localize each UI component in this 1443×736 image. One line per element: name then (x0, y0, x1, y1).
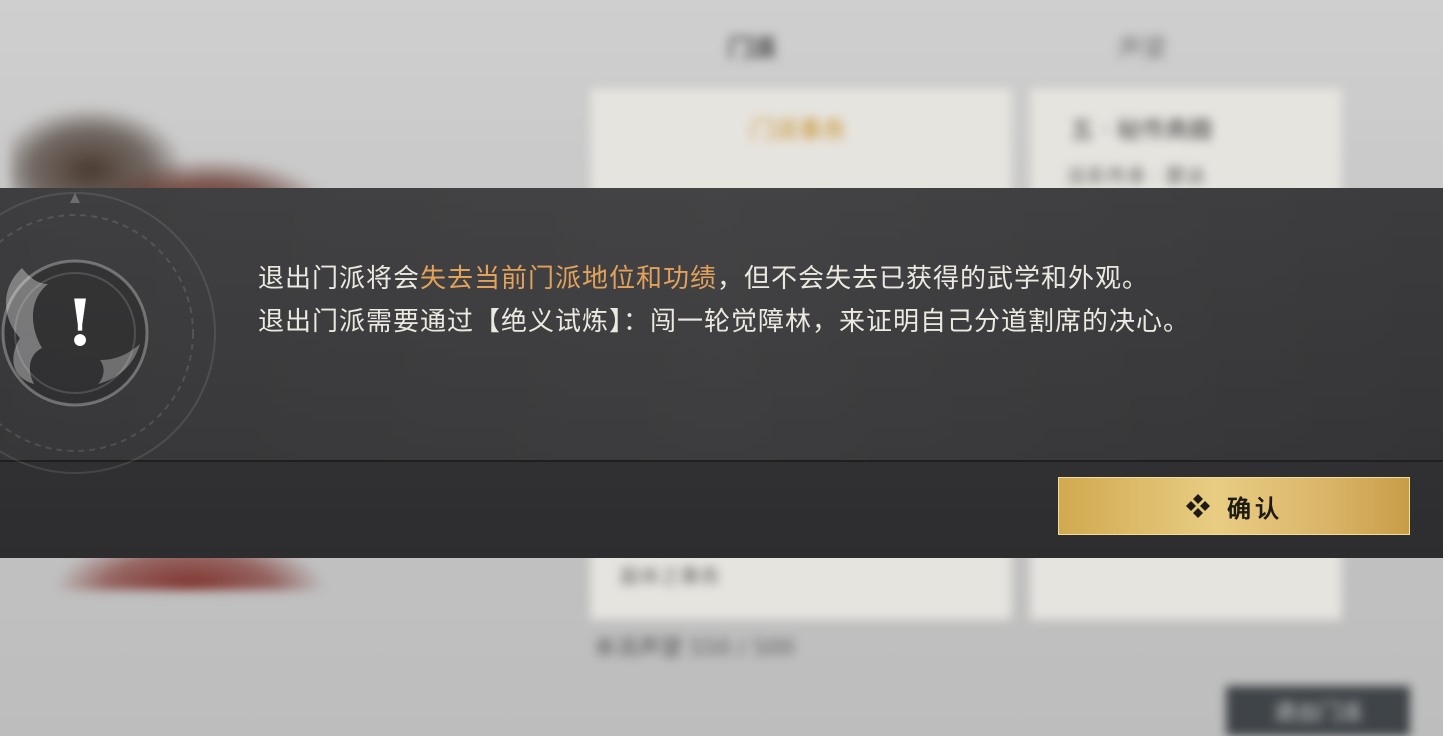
confirm-dialog: ! 退出门派将会失去当前门派地位和功绩，但不会失去已获得的武学和外观。 退出门派… (0, 188, 1443, 558)
secret-manual-line: 派系传承 · 要诀 (1066, 164, 1206, 188)
confirm-button[interactable]: 确认 (1058, 477, 1410, 535)
leave-sect-button[interactable]: 退出门派 (1226, 686, 1410, 736)
message-line-1-prefix: 退出门派将会 (258, 264, 421, 294)
message-line-1: 退出门派将会失去当前门派地位和功绩，但不会失去已获得的武学和外观。 (258, 258, 1358, 301)
dialog-message: 退出门派将会失去当前门派地位和功绩，但不会失去已获得的武学和外观。 退出门派需要… (258, 258, 1358, 344)
secret-manual-title: 五 · 秘传典籍 (1070, 116, 1213, 144)
tab-reputation[interactable]: 声望 (1118, 28, 1166, 63)
warning-emblem-icon (0, 188, 220, 478)
exclamation-icon: ! (66, 286, 95, 361)
message-line-1-suffix: ，但不会失去已获得的武学和外观。 (717, 264, 1150, 294)
diamond-cluster-icon (1186, 494, 1210, 518)
game-screen: 门派 声望 门派事务 副本之事务 五 · 秘传典籍 派系传承 · 要诀 本派声望… (0, 0, 1443, 736)
reputation-footer: 本派声望 550 / 500 (594, 636, 795, 661)
sect-affairs-title: 门派事务 (750, 116, 846, 144)
message-highlight: 失去当前门派地位和功绩 (420, 264, 718, 294)
tab-sect[interactable]: 门派 (728, 28, 776, 63)
confirm-button-label: 确认 (1227, 493, 1283, 523)
sect-affairs-line: 副本之事务 (620, 564, 720, 588)
message-line-2: 退出门派需要通过【绝义试炼】：闯一轮觉障林，来证明自己分道割席的决心。 (258, 307, 1191, 337)
